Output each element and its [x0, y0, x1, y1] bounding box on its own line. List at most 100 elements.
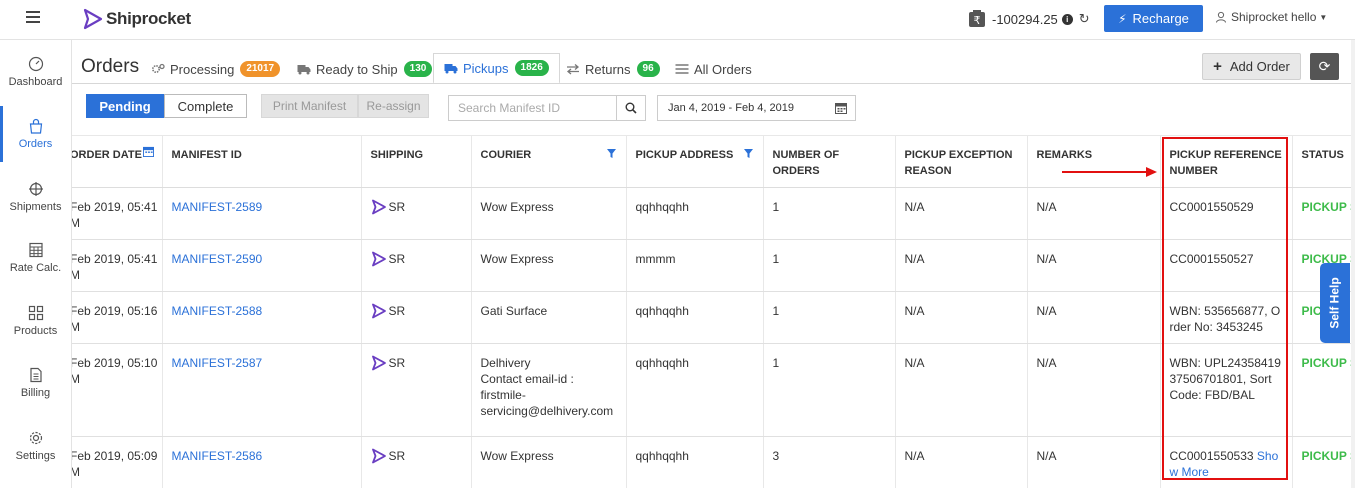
- courier-line: Delhivery: [480, 356, 531, 370]
- manifest-link[interactable]: MANIFEST-2590: [172, 252, 263, 266]
- sidebar-item-shipments[interactable]: Shipments: [0, 181, 71, 213]
- user-menu[interactable]: Shiprocket hello ▼: [1215, 10, 1327, 24]
- info-icon[interactable]: i: [1061, 13, 1073, 25]
- manifest-id-cell: MANIFEST-2586: [162, 436, 362, 488]
- count-badge: 96: [636, 61, 660, 77]
- order-date-cell: Feb 2019, 05:09 M: [72, 436, 163, 488]
- pickup-reference-cell: CC0001550533 Show More: [1160, 436, 1293, 488]
- manifest-link[interactable]: MANIFEST-2586: [172, 449, 263, 463]
- tab-ready-to-ship[interactable]: Ready to Ship 130: [297, 55, 433, 83]
- exchange-arrows-icon: [566, 64, 580, 75]
- grid-icon: [28, 305, 43, 321]
- manifest-link[interactable]: MANIFEST-2587: [172, 356, 263, 370]
- date-range-picker[interactable]: Jan 4, 2019 - Feb 4, 2019: [657, 95, 856, 121]
- order-date: Feb 2019, 05:41: [72, 252, 158, 266]
- shipping-label: SR: [388, 449, 406, 463]
- plus-icon: +: [1213, 58, 1222, 75]
- add-order-button[interactable]: + Add Order: [1202, 53, 1301, 80]
- wallet-balance[interactable]: ₹ -100294.25 i ↻: [967, 8, 1090, 30]
- filter-icon[interactable]: [743, 149, 753, 158]
- manifest-link[interactable]: MANIFEST-2588: [172, 304, 263, 318]
- column-header-manifest-id: MANIFEST ID: [162, 135, 362, 188]
- shipping-cell: SR: [361, 239, 472, 292]
- order-date-cell: Feb 2019, 05:41 M: [72, 239, 163, 292]
- gears-icon: [151, 63, 165, 74]
- column-header-number-of-orders: NUMBER OF ORDERS: [763, 135, 896, 188]
- pending-toggle[interactable]: Pending: [86, 94, 164, 118]
- sidebar-item-orders[interactable]: Orders: [0, 106, 71, 162]
- print-manifest-button[interactable]: Print Manifest: [261, 94, 358, 118]
- recharge-label: Recharge: [1132, 11, 1189, 26]
- tab-pickups[interactable]: Pickups 1826: [433, 53, 560, 84]
- remarks-cell: N/A: [1027, 343, 1161, 437]
- shipping-cell: SR: [361, 436, 472, 488]
- table-row: Feb 2019, 05:10 M MANIFEST-2587 SR Delhivery…: [72, 343, 1355, 437]
- top-bar: Shiprocket ₹ -100294.25 i ↻ ⚡ Recharge S…: [0, 0, 1355, 40]
- tab-label: Pickups: [463, 60, 509, 76]
- reassign-button[interactable]: Re-assign: [358, 94, 429, 118]
- shipping-cell: SR: [361, 343, 472, 437]
- logo[interactable]: Shiprocket: [82, 7, 191, 31]
- order-date: Feb 2019, 05:16: [72, 304, 158, 318]
- pickup-reference-cell: CC0001550529: [1160, 187, 1293, 240]
- order-date-cell: Feb 2019, 05:10 M: [72, 343, 163, 437]
- self-help-label: Self Help: [1328, 277, 1343, 329]
- status-cell: PICKUP S: [1292, 343, 1355, 437]
- recharge-button[interactable]: ⚡ Recharge: [1104, 5, 1203, 32]
- courier-line: firstmile-: [480, 388, 526, 402]
- status-badge: PICKUP S: [1301, 356, 1355, 370]
- hamburger-menu-icon[interactable]: [26, 11, 40, 25]
- column-header-order-date[interactable]: ORDER DATE: [72, 135, 163, 188]
- shiprocket-logo-icon: [371, 448, 386, 464]
- sidebar-item-label: Products: [13, 325, 58, 337]
- speedometer-icon: [28, 56, 43, 72]
- calendar-icon[interactable]: [142, 146, 154, 157]
- logo-text: Shiprocket: [106, 9, 191, 28]
- exception-reason-cell: N/A: [895, 187, 1028, 240]
- courier-line: Wow Express: [480, 449, 554, 463]
- page-scrollbar[interactable]: [1351, 40, 1355, 488]
- exception-reason-cell: N/A: [895, 291, 1028, 344]
- number-of-orders-cell: 1: [763, 239, 896, 292]
- courier-line: Contact email-id :: [480, 372, 574, 386]
- remarks-cell: N/A: [1027, 239, 1161, 292]
- sidebar-item-products[interactable]: Products: [0, 305, 71, 337]
- tabs-divider: [72, 83, 1355, 84]
- search-icon: [625, 102, 637, 114]
- date-range-text: Jan 4, 2019 - Feb 4, 2019: [668, 102, 794, 114]
- tab-returns[interactable]: Returns 96: [566, 55, 660, 83]
- shipping-label: SR: [388, 304, 406, 318]
- filter-icon[interactable]: [606, 149, 616, 158]
- table-row: Feb 2019, 05:16 M MANIFEST-2588 SR Gati Surf…: [72, 291, 1355, 344]
- svg-text:₹: ₹: [974, 14, 981, 27]
- manifest-link[interactable]: MANIFEST-2589: [172, 200, 263, 214]
- pickup-reference: CC0001550533: [1169, 449, 1254, 463]
- sync-icon: ⟳: [1318, 58, 1331, 74]
- sidebar-item-label: Billing: [20, 387, 51, 399]
- sidebar-item-settings[interactable]: Settings: [0, 430, 71, 462]
- order-date: Feb 2019, 05:41: [72, 200, 158, 214]
- table-row: Feb 2019, 05:41 M MANIFEST-2590 SR Wow Expre…: [72, 239, 1355, 292]
- search-button[interactable]: [616, 95, 646, 121]
- sidebar-item-dashboard[interactable]: Dashboard: [0, 56, 71, 88]
- courier-cell: Wow Express: [471, 187, 627, 240]
- complete-toggle[interactable]: Complete: [164, 94, 247, 118]
- order-date-cell: Feb 2019, 05:41 M: [72, 187, 163, 240]
- shopping-bag-icon: [29, 118, 42, 134]
- sidebar-item-rate-calc[interactable]: Rate Calc.: [0, 242, 71, 274]
- order-date-suffix: M: [72, 320, 80, 334]
- sync-button[interactable]: ⟳: [1310, 53, 1339, 80]
- tab-all-orders[interactable]: All Orders: [675, 55, 752, 83]
- sidebar-item-billing[interactable]: Billing: [0, 367, 71, 399]
- orders-table: ORDER DATE MANIFEST ID SHIPPING COURIER …: [72, 135, 1355, 488]
- tab-processing[interactable]: Processing 21017: [151, 55, 281, 83]
- search-manifest-input[interactable]: Search Manifest ID: [448, 95, 617, 121]
- refresh-balance-icon[interactable]: ↻: [1079, 11, 1090, 27]
- status-badge: PICKUP S: [1301, 449, 1355, 463]
- number-of-orders-cell: 1: [763, 187, 896, 240]
- sidebar-item-label: Settings: [15, 450, 56, 462]
- count-badge: 130: [403, 61, 433, 77]
- shipping-label: SR: [388, 252, 406, 266]
- self-help-button[interactable]: Self Help: [1320, 263, 1350, 343]
- sidebar-item-label: Rate Calc.: [9, 262, 62, 274]
